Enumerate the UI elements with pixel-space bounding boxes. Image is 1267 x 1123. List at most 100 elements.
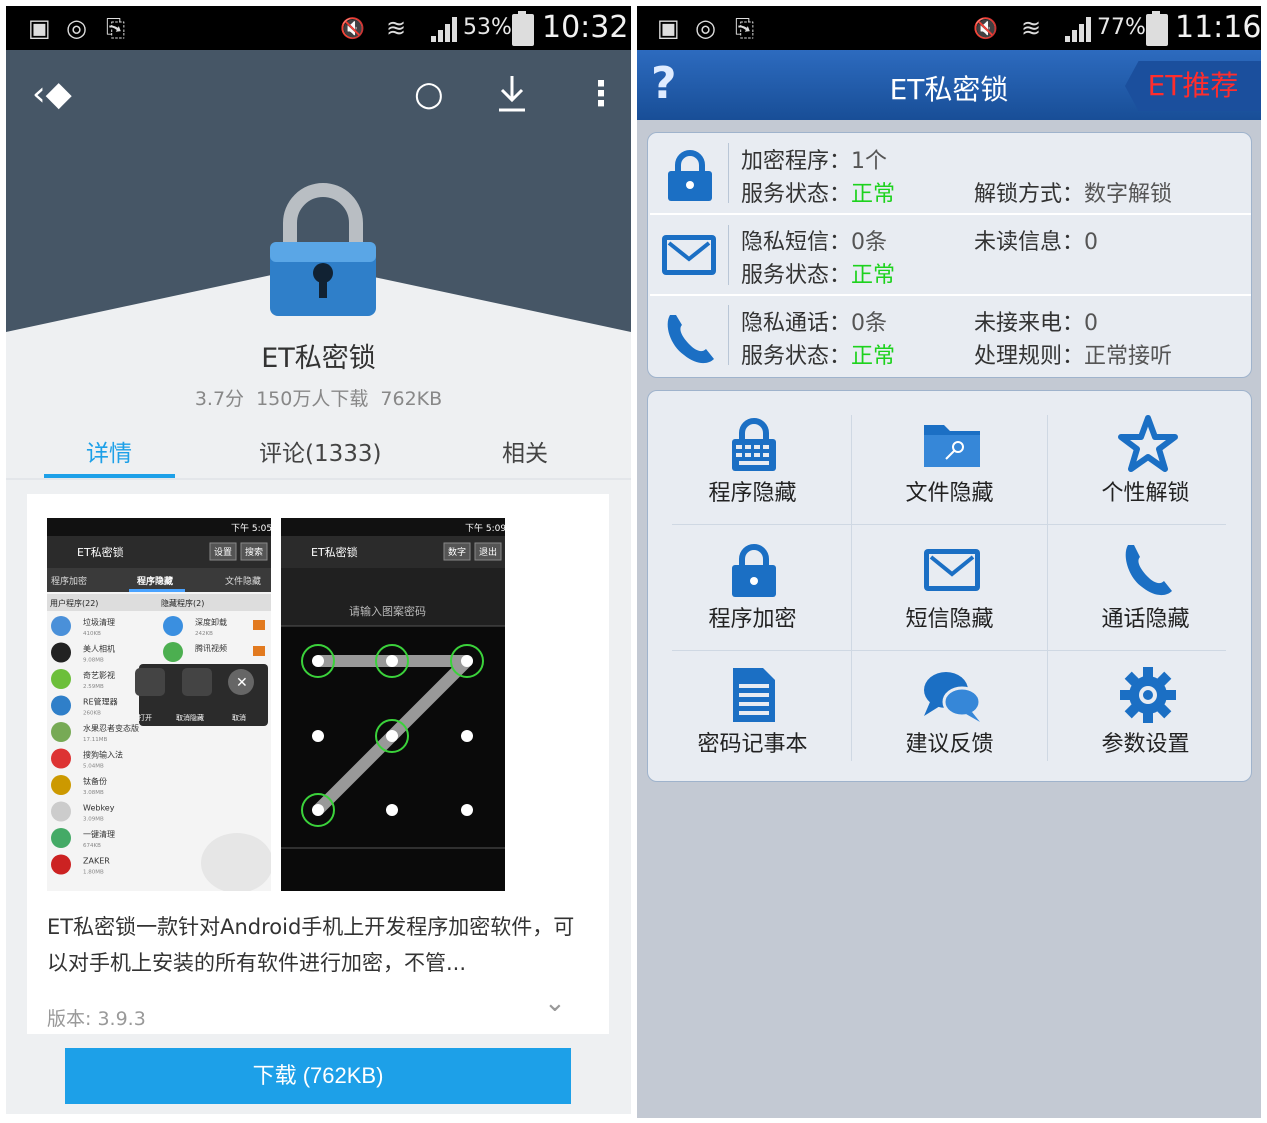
shot1-time: 下午 5:05 (231, 522, 271, 534)
shot1-tab-hide: 程序隐藏 (137, 575, 173, 587)
status-bar: ▣ ◎ ⎘ 🔇 ≋ 77% 11:16 (637, 6, 1261, 50)
shot1-app-name: 钛备份 (83, 776, 107, 786)
shot2-btn-number: 数字 (448, 546, 466, 558)
shot1-app-icon (51, 722, 71, 742)
app-screenshot-1[interactable]: 下午 5:05 ET私密锁 设置 搜索 程序加密 程序隐藏 文件隐藏 用户程序(… (47, 518, 271, 891)
row3-label-a: 隐私通话：0条 (741, 311, 888, 336)
shot1-app-name: 搜狗输入法 (83, 750, 123, 760)
shot1-tab-files: 文件隐藏 (225, 575, 261, 587)
tab-details[interactable]: 详情 (86, 434, 132, 468)
more-icon[interactable]: ⋮ (584, 74, 618, 114)
popup-unhide: 取消隐藏 (176, 713, 204, 722)
grid-item-hide-calls[interactable]: 通话隐藏 (1048, 541, 1243, 641)
mute-icon: 🔇 (340, 16, 365, 40)
shot1-app-name: Webkey (83, 804, 115, 813)
tab-indicator (44, 474, 175, 478)
shot1-hidden-name: 腾讯视频 (195, 643, 227, 653)
handset-icon (1125, 545, 1172, 596)
envelope-icon (924, 549, 980, 591)
shot1-app-name: 奇艺影视 (83, 670, 115, 680)
shot1-app-size: 260KB (83, 711, 101, 717)
folder-key-icon (924, 425, 980, 467)
grid-item-feedback[interactable]: 建议反馈 (852, 666, 1047, 766)
shot1-app-icon (51, 828, 71, 848)
status-bar: ▣ ◎ ⎘ 🔇 ≋ 53% 10:32 (6, 6, 631, 50)
signal-icon (431, 16, 461, 42)
battery-percent: 53% (463, 15, 512, 40)
tab-comments[interactable]: 评论(1333) (259, 434, 381, 468)
row1-label-d: 解锁方式：数字解锁 (974, 182, 1173, 207)
shot1-hidden-name: 深度卸载 (195, 617, 227, 627)
grid-item-hide-apps[interactable]: 程序隐藏 (655, 415, 850, 515)
search-icon[interactable]: ○ (414, 74, 444, 114)
shot1-app-size: 9.08MB (83, 658, 104, 664)
app-meta: 3.7分 150万人下载 762KB (6, 384, 631, 411)
grid-item-hide-sms[interactable]: 短信隐藏 (852, 541, 1047, 641)
image-icon: ▣ (28, 14, 51, 42)
download-count: 150万人下载 (256, 388, 369, 410)
app-description: ET私密锁一款针对Android手机上开发程序加密软件，可以对手机上安装的所有软… (47, 915, 575, 975)
wifi-icon: ≋ (1021, 14, 1042, 42)
battery-icon (1146, 11, 1168, 46)
shot1-app-icon (51, 669, 71, 689)
grid-label: 通话隐藏 (1101, 607, 1190, 632)
app-version: 版本: 3.9.3 (47, 1008, 146, 1030)
shot1-app-size: 17.11MB (83, 737, 107, 743)
shot1-user-apps: 用户程序(22) (50, 598, 98, 608)
shot1-title: ET私密锁 (77, 545, 124, 559)
shot1-tab-encrypt: 程序加密 (51, 575, 87, 587)
grid-item-encrypt-apps[interactable]: 程序加密 (655, 541, 850, 641)
shot1-app-icon (51, 642, 71, 663)
grid-item-custom-unlock[interactable]: 个性解锁 (1048, 415, 1243, 515)
recommend-button[interactable]: ET推荐 (1125, 61, 1261, 111)
shot1-app-size: 2.59MB (83, 684, 104, 690)
gear-icon (1120, 667, 1176, 723)
row2-label-b: 服务状态：正常 (741, 263, 896, 288)
grid-item-hide-files[interactable]: 文件隐藏 (852, 415, 1047, 515)
shot1-app-name: 水果忍者变态版 (83, 723, 139, 733)
notepad-icon (733, 668, 775, 722)
shot1-app-size: 5.04MB (83, 764, 104, 770)
row3-label-b: 服务状态：正常 (741, 344, 896, 369)
battery-percent: 77% (1097, 15, 1146, 40)
chat-bubbles-icon (924, 672, 982, 722)
grid-label: 文件隐藏 (905, 481, 994, 506)
tab-related[interactable]: 相关 (502, 434, 548, 468)
grid-label: 密码记事本 (697, 732, 808, 757)
shot1-btn-search: 搜索 (245, 546, 263, 558)
row2-label-c: 未读信息：0 (974, 230, 1099, 255)
back-icon[interactable]: ‹◆ (32, 74, 72, 114)
et-lock-screen: ▣ ◎ ⎘ 🔇 ≋ 77% 11:16 ? ET私密锁 ET推荐 加密程序：1个… (637, 6, 1261, 1118)
notification-icon: ⎘ (735, 14, 755, 42)
row2-label-a: 隐私短信：0条 (741, 230, 888, 255)
grid-item-password-notes[interactable]: 密码记事本 (655, 666, 850, 766)
download-button[interactable]: 下载 (762KB) (65, 1048, 571, 1104)
shot1-app-icon (51, 748, 71, 769)
grid-label: 参数设置 (1101, 732, 1190, 757)
shot1-app-icon (51, 801, 71, 822)
rating: 3.7分 (194, 388, 245, 410)
pattern-prompt: 请输入图案密码 (349, 604, 426, 618)
chevron-down-icon[interactable]: ⌄ (544, 988, 566, 1018)
battery-icon (512, 11, 534, 46)
download-icon[interactable] (496, 74, 528, 114)
shot1-app-size: 3.09MB (83, 817, 104, 823)
grid-item-settings[interactable]: 参数设置 (1048, 666, 1243, 766)
file-size: 762KB (380, 388, 443, 410)
app-lock-icon (270, 183, 376, 316)
app-title: ET私密锁 (261, 343, 376, 374)
row3-label-c: 未接来电：0 (974, 311, 1099, 336)
shot1-app-size: 1.80MB (83, 870, 104, 876)
shot1-lock-icon (253, 620, 265, 630)
clock: 10:32 (542, 10, 629, 45)
padlock-icon (732, 544, 776, 597)
shot1-app-name: 美人相机 (83, 644, 115, 654)
app-store-screen: ▣ ◎ ⎘ 🔇 ≋ 53% 10:32 ‹◆ ○ ⋮ ET私密锁 3.7分 15… (6, 6, 631, 1114)
shot1-btn-settings: 设置 (214, 547, 232, 558)
mute-icon: 🔇 (973, 16, 998, 40)
shot1-app-icon (51, 775, 71, 795)
shot1-hidden-apps: 隐藏程序(2) (161, 598, 204, 608)
app-screenshot-2[interactable]: 下午 5:09 ET私密锁 数字 退出 请输入图案密码 (281, 518, 505, 891)
shot1-app-icon (51, 616, 71, 636)
shot1-app-size: 410KB (83, 631, 101, 637)
